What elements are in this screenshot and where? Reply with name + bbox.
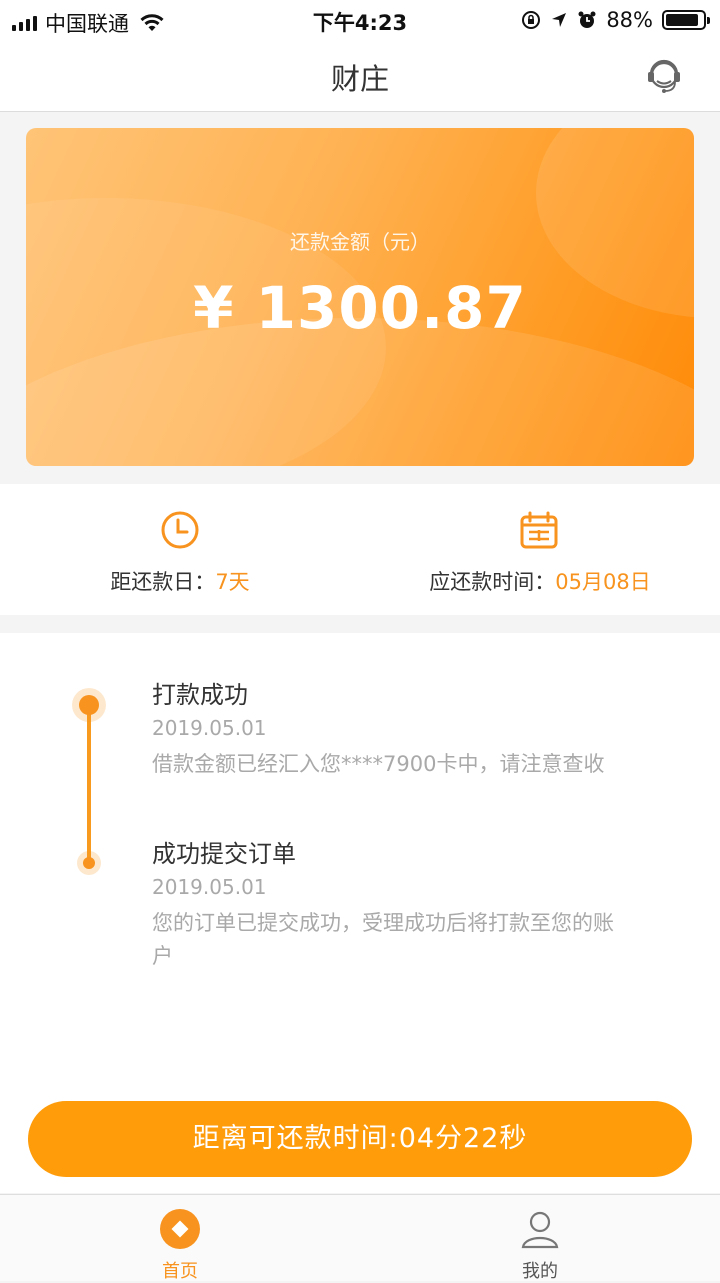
battery-percent: 88% (606, 8, 653, 32)
timeline-line (87, 705, 91, 865)
amount-value: ¥ 1300.87 (193, 274, 527, 342)
amount-label: 还款金额（元） (290, 230, 430, 254)
timeline-item-title: 打款成功 (152, 681, 248, 709)
timeline-dot (77, 851, 101, 875)
tab-home-label: 首页 (162, 1261, 198, 1282)
timeline-dot-active (72, 688, 106, 722)
due-date-label: 应还款时间： (429, 570, 556, 594)
tab-mine-label: 我的 (522, 1261, 558, 1282)
clock-icon (161, 511, 199, 549)
repayment-amount-card: 还款金额（元） ¥ 1300.87 (26, 128, 694, 466)
due-date-value: 05月08日 (555, 570, 651, 594)
days-left-text: 距还款日：7天 (0, 566, 360, 596)
battery-icon (662, 10, 710, 30)
timeline-item-desc: 您的订单已提交成功，受理成功后将打款至您的账户 (152, 911, 614, 968)
timeline-item-title: 成功提交订单 (152, 840, 296, 868)
tab-bar: 首页 我的 (0, 1194, 720, 1282)
calendar-icon (520, 511, 558, 549)
location-icon (552, 13, 567, 27)
days-left-value: 7天 (215, 570, 250, 594)
repayment-info-row: 距还款日：7天 应还款时间：05月08日 (0, 484, 720, 615)
page-title: 财庄 (330, 62, 389, 96)
nav-bar: 财庄 (0, 40, 720, 112)
due-date-text: 应还款时间：05月08日 (360, 566, 720, 596)
repayment-countdown-button[interactable]: 距离可还款时间:04分22秒 (28, 1101, 692, 1177)
timeline-item: 成功提交订单 2019.05.01 您的订单已提交成功，受理成功后将打款至您的账… (152, 834, 672, 973)
timeline-item-desc: 借款金额已经汇入您****7900卡中，请注意查收 (152, 752, 605, 776)
days-left-block: 距还款日：7天 (0, 484, 360, 615)
tab-home[interactable]: 首页 (0, 1195, 360, 1282)
timeline-item-date: 2019.05.01 (152, 875, 267, 899)
tab-mine[interactable]: 我的 (360, 1195, 720, 1282)
user-icon (521, 1211, 559, 1249)
due-date-block: 应还款时间：05月08日 (360, 484, 720, 615)
home-icon (160, 1209, 200, 1249)
timeline-item-date: 2019.05.01 (152, 716, 267, 740)
timeline-item: 打款成功 2019.05.01 借款金额已经汇入您****7900卡中，请注意查… (152, 675, 672, 781)
orientation-lock-icon (522, 11, 541, 29)
status-bar: 中国联通 下午4:23 88% (0, 0, 720, 40)
headset-service-icon[interactable] (643, 54, 685, 96)
alarm-icon (578, 11, 596, 28)
days-left-label: 距还款日： (110, 570, 216, 594)
